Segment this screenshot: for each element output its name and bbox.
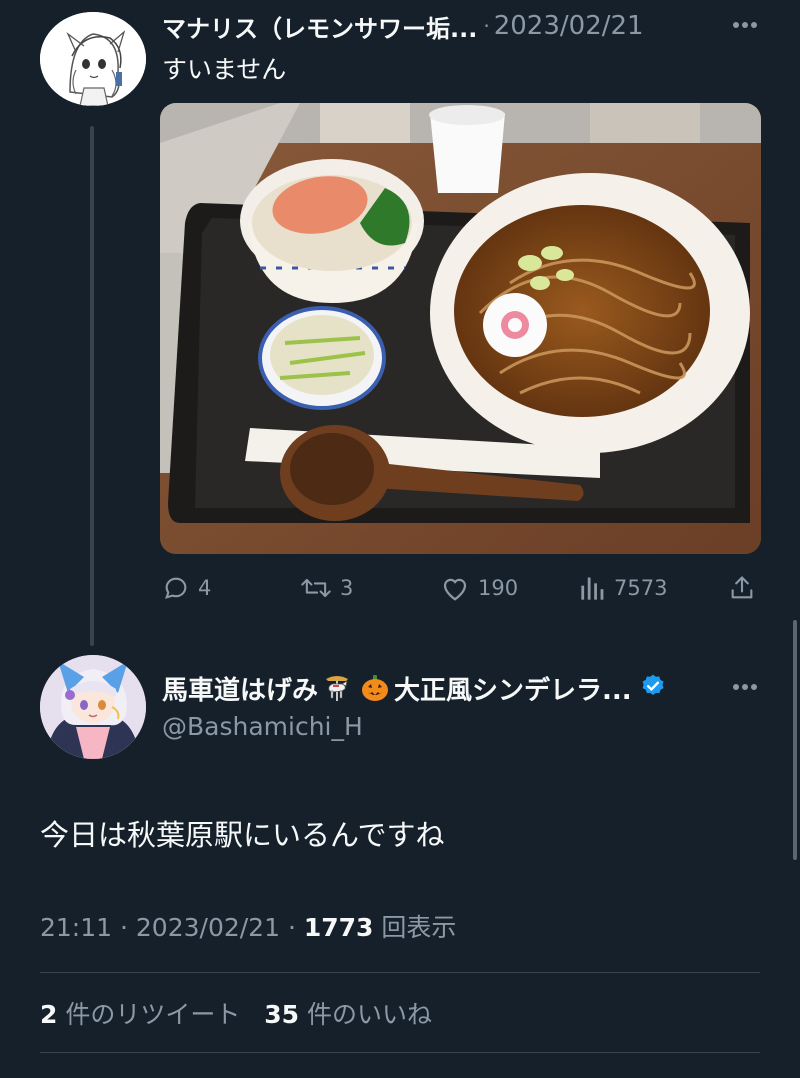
carousel-horse-icon bbox=[322, 673, 352, 703]
like-count: 190 bbox=[478, 576, 519, 600]
retweet-label: 件のリツイート bbox=[65, 1000, 241, 1029]
main-handle[interactable]: @Bashamichi_H bbox=[162, 712, 363, 741]
retweet-total: 2 bbox=[40, 1000, 58, 1029]
main-display-name-suffix[interactable]: 大正風シンデレラ... bbox=[394, 670, 632, 707]
ellipsis-icon[interactable] bbox=[728, 10, 762, 40]
retweets-stat[interactable]: 2 件のリツイート bbox=[40, 1000, 240, 1029]
avatar-main[interactable] bbox=[40, 655, 146, 759]
verified-badge-icon bbox=[640, 673, 666, 703]
views-button[interactable]: 7573 bbox=[580, 568, 667, 608]
retweet-count: 3 bbox=[340, 576, 354, 600]
views-label: 回表示 bbox=[381, 913, 457, 942]
separator: · bbox=[483, 14, 490, 38]
tweet-time[interactable]: 21:11 bbox=[40, 913, 112, 942]
reply-button[interactable]: 4 bbox=[162, 568, 211, 608]
reply-icon bbox=[165, 577, 187, 599]
views-count: 1773 bbox=[303, 913, 374, 942]
share-icon bbox=[731, 576, 753, 599]
main-name-row: 馬車道はげみ 大正風シンデレラ... bbox=[162, 668, 722, 708]
like-label: 件のいいね bbox=[306, 1000, 432, 1029]
like-button[interactable]: 190 bbox=[440, 568, 518, 608]
retweet-button[interactable]: 3 bbox=[300, 568, 353, 608]
heart-icon bbox=[443, 578, 467, 601]
scrollbar[interactable] bbox=[793, 620, 797, 860]
tweet-date[interactable]: 2023/02/21 bbox=[136, 913, 280, 942]
separator: · bbox=[287, 913, 296, 942]
divider bbox=[40, 972, 760, 973]
parent-tweet[interactable]: マナリス（レモンサワー垢... · 2023/02/21 すいません 4 3 1… bbox=[0, 0, 800, 646]
retweet-icon bbox=[301, 578, 331, 598]
share-button[interactable] bbox=[728, 568, 756, 608]
main-tweet-text: 今日は秋葉原駅にいるんですね bbox=[40, 818, 445, 852]
jack-o-lantern-icon bbox=[360, 673, 390, 703]
analytics-icon bbox=[581, 577, 604, 600]
engagement-stats: 2 件のリツイート 35 件のいいね bbox=[40, 995, 432, 1031]
parent-tweet-text: すいません bbox=[162, 55, 287, 84]
separator: · bbox=[120, 913, 128, 942]
view-count: 7573 bbox=[614, 576, 668, 600]
parent-display-name[interactable]: マナリス（レモンサワー垢... bbox=[162, 9, 477, 44]
like-total: 35 bbox=[264, 1000, 300, 1029]
action-bar: 4 3 190 7573 bbox=[160, 568, 760, 608]
divider bbox=[40, 1052, 760, 1053]
reply-count: 4 bbox=[198, 576, 212, 600]
parent-date[interactable]: 2023/02/21 bbox=[494, 11, 644, 41]
likes-stat[interactable]: 35 件のいいね bbox=[264, 1000, 432, 1029]
avatar-parent[interactable] bbox=[40, 12, 146, 106]
parent-header: マナリス（レモンサワー垢... · 2023/02/21 bbox=[162, 8, 762, 44]
main-display-name[interactable]: 馬車道はげみ bbox=[162, 670, 318, 707]
ellipsis-icon[interactable] bbox=[728, 672, 762, 702]
thread-line bbox=[90, 126, 94, 646]
tweet-metadata: 21:11 · 2023/02/21 · 1773 回表示 bbox=[40, 908, 456, 944]
tweet-photo[interactable] bbox=[160, 103, 761, 554]
